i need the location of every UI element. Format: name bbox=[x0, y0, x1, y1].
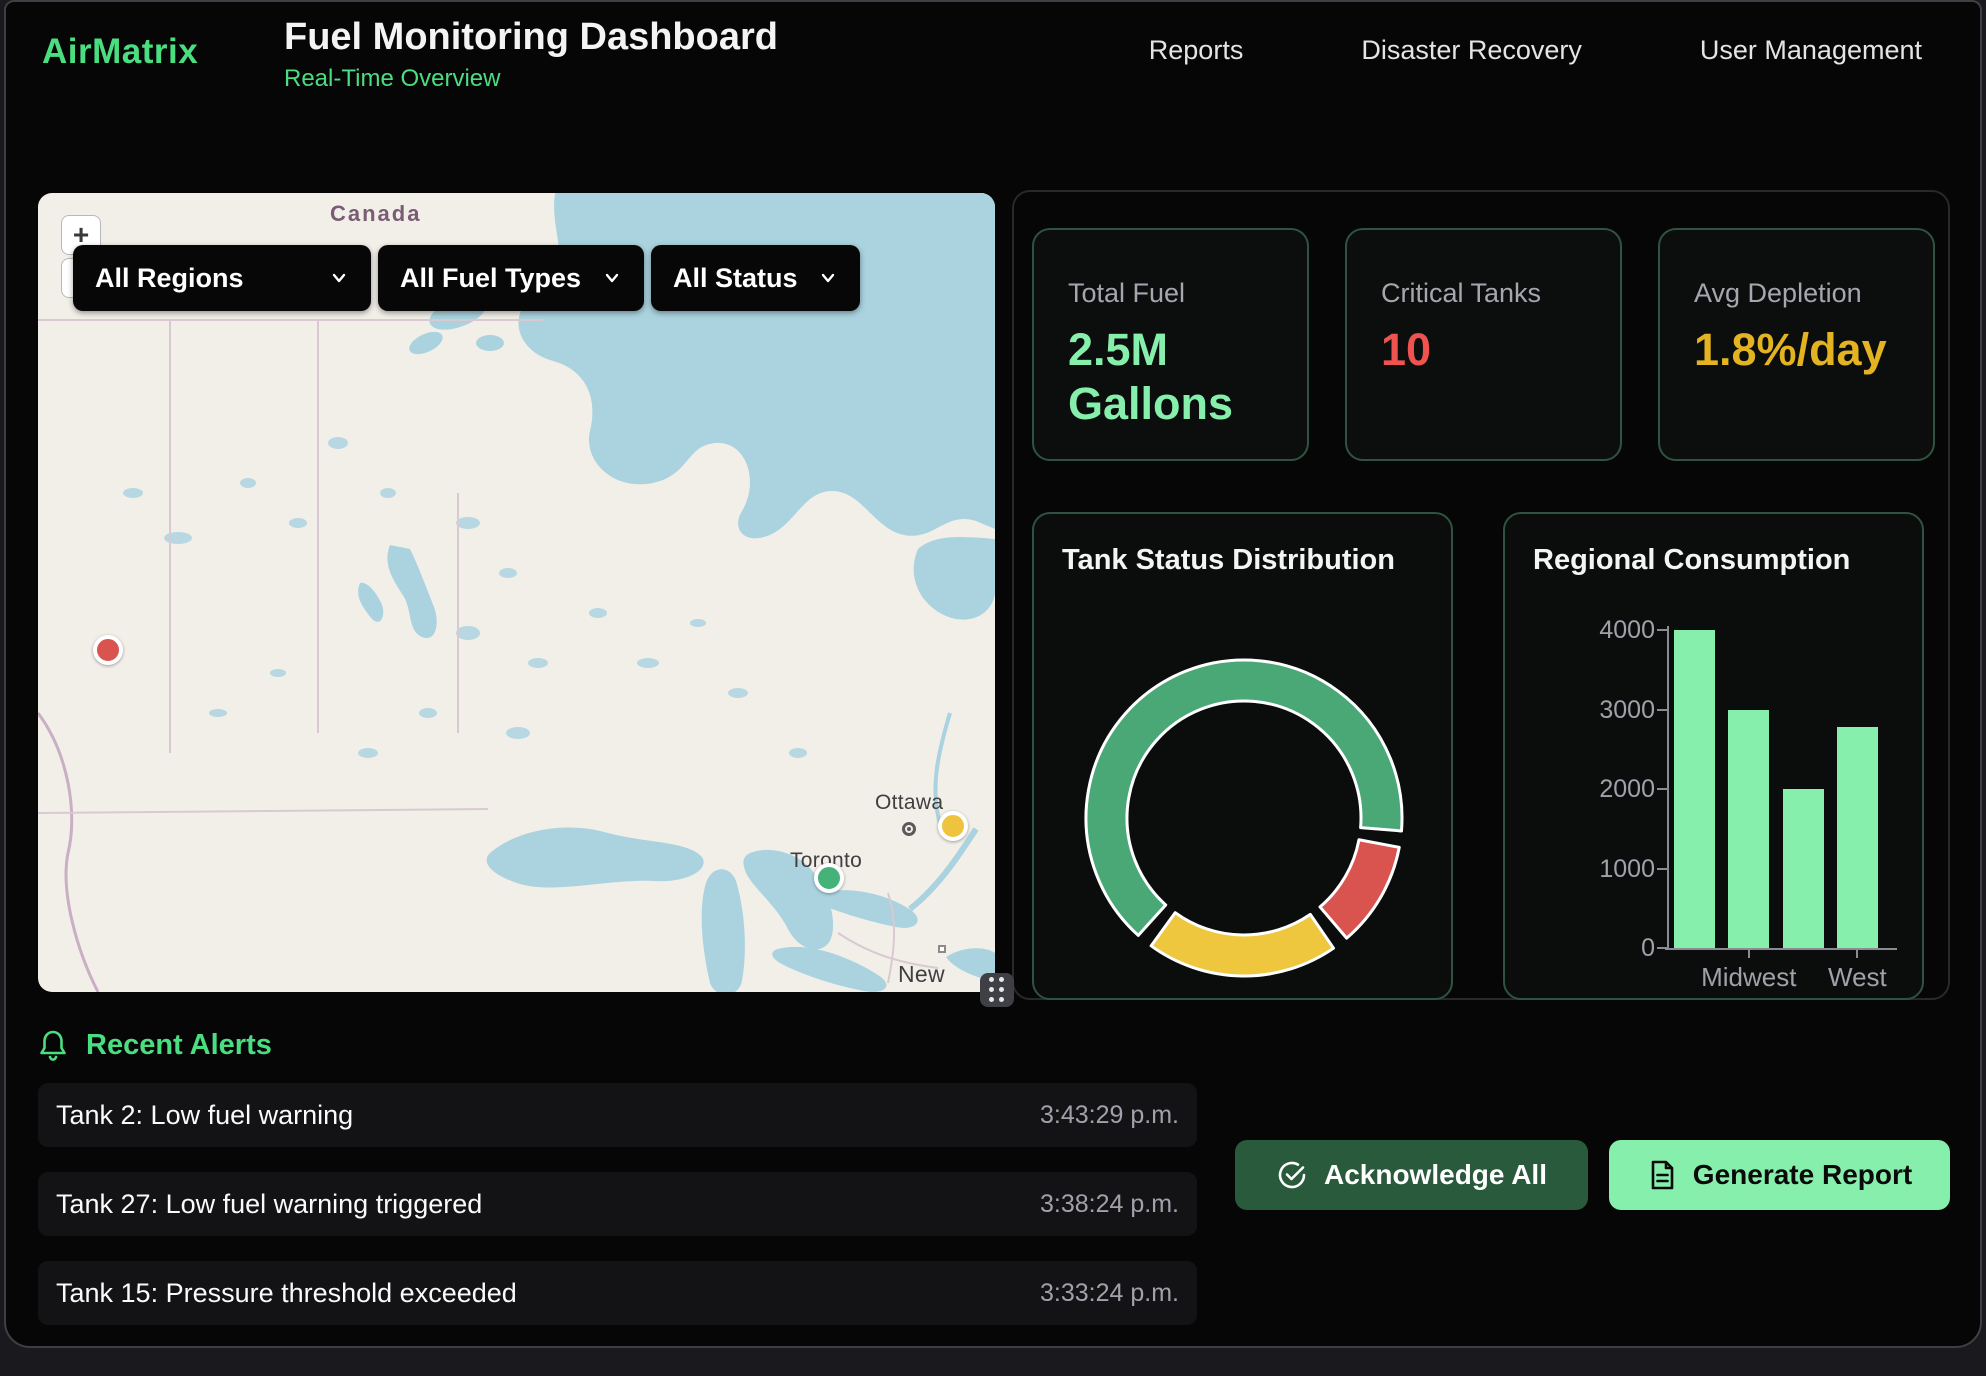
title-block: Fuel Monitoring Dashboard Real-Time Over… bbox=[284, 16, 778, 93]
alert-timestamp: 3:43:29 p.m. bbox=[1040, 1101, 1179, 1130]
map-resize-grip[interactable] bbox=[980, 973, 1014, 1007]
metrics-panel: Total Fuel 2.5M Gallons Critical Tanks 1… bbox=[1012, 190, 1950, 1000]
y-tick-label: 4000 bbox=[1555, 616, 1655, 645]
y-tick-mark bbox=[1657, 947, 1667, 949]
y-tick-mark bbox=[1657, 868, 1667, 870]
regions-dropdown[interactable]: All Regions bbox=[73, 245, 371, 311]
x-tick-label: West bbox=[1787, 962, 1927, 993]
stat-label: Critical Tanks bbox=[1381, 278, 1586, 309]
donut-chart-title: Tank Status Distribution bbox=[1062, 544, 1395, 577]
stat-card-critical-tanks: Critical Tanks 10 bbox=[1345, 228, 1622, 461]
alert-row[interactable]: Tank 15: Pressure threshold exceeded 3:3… bbox=[38, 1261, 1197, 1325]
stat-label: Avg Depletion bbox=[1694, 278, 1899, 309]
fuel-map[interactable]: Canada Ottawa Toronto New York + − All R… bbox=[38, 193, 995, 992]
acknowledge-all-label: Acknowledge All bbox=[1324, 1159, 1547, 1191]
map-marker-normal[interactable] bbox=[814, 863, 844, 893]
x-tick-mark bbox=[1856, 950, 1858, 958]
bar-region-3[interactable] bbox=[1783, 789, 1824, 948]
generate-report-button[interactable]: Generate Report bbox=[1609, 1140, 1950, 1210]
stat-card-avg-depletion: Avg Depletion 1.8%/day bbox=[1658, 228, 1935, 461]
y-tick-mark bbox=[1657, 629, 1667, 631]
stat-value: 2.5M Gallons bbox=[1068, 323, 1273, 431]
regional-consumption-bar-chart[interactable]: 01000200030004000MidwestWest bbox=[1505, 514, 1922, 998]
x-axis bbox=[1665, 948, 1897, 950]
generate-report-label: Generate Report bbox=[1693, 1159, 1912, 1191]
alert-text: Tank 15: Pressure threshold exceeded bbox=[56, 1278, 517, 1309]
donut-segment-yellow[interactable] bbox=[1151, 913, 1333, 976]
page-subtitle: Real-Time Overview bbox=[284, 65, 778, 93]
alerts-title: Recent Alerts bbox=[86, 1029, 272, 1062]
town-marker-small bbox=[938, 945, 946, 953]
fuel-types-dropdown-value: All Fuel Types bbox=[400, 263, 581, 294]
brand-logo: AirMatrix bbox=[42, 32, 198, 72]
status-dropdown[interactable]: All Status bbox=[651, 245, 860, 311]
map-label-ottawa: Ottawa bbox=[875, 791, 943, 815]
check-circle-icon bbox=[1276, 1159, 1308, 1191]
nav-disaster-recovery[interactable]: Disaster Recovery bbox=[1361, 35, 1582, 66]
report-document-icon bbox=[1647, 1159, 1677, 1191]
donut-segment-red[interactable] bbox=[1320, 840, 1399, 938]
chevron-down-icon bbox=[602, 268, 622, 288]
top-header: AirMatrix Fuel Monitoring Dashboard Real… bbox=[6, 2, 1980, 99]
page-title: Fuel Monitoring Dashboard bbox=[284, 16, 778, 59]
y-tick-label: 1000 bbox=[1555, 855, 1655, 884]
nav-reports[interactable]: Reports bbox=[1149, 35, 1244, 66]
map-filter-bar: All Regions All Fuel Types All Status bbox=[73, 245, 860, 311]
status-dropdown-value: All Status bbox=[673, 263, 798, 294]
map-label-canada: Canada bbox=[330, 201, 421, 227]
bar-West[interactable] bbox=[1837, 727, 1878, 948]
map-marker-critical[interactable] bbox=[93, 635, 123, 665]
stat-value: 10 bbox=[1381, 323, 1586, 377]
alert-row[interactable]: Tank 27: Low fuel warning triggered 3:38… bbox=[38, 1172, 1197, 1236]
chevron-down-icon bbox=[818, 268, 838, 288]
regions-dropdown-value: All Regions bbox=[95, 263, 244, 294]
bar-Midwest[interactable] bbox=[1728, 710, 1769, 949]
alert-text: Tank 2: Low fuel warning bbox=[56, 1100, 353, 1131]
tank-status-panel: Tank Status Distribution bbox=[1032, 512, 1453, 1000]
stat-label: Total Fuel bbox=[1068, 278, 1273, 309]
bar-region-1[interactable] bbox=[1674, 630, 1715, 948]
y-tick-label: 2000 bbox=[1555, 775, 1655, 804]
alert-text: Tank 27: Low fuel warning triggered bbox=[56, 1189, 482, 1220]
stat-card-total-fuel: Total Fuel 2.5M Gallons bbox=[1032, 228, 1309, 461]
y-tick-label: 3000 bbox=[1555, 696, 1655, 725]
y-tick-mark bbox=[1657, 788, 1667, 790]
tank-status-donut-chart[interactable] bbox=[1034, 636, 1455, 1002]
y-axis bbox=[1667, 626, 1669, 950]
alert-timestamp: 3:38:24 p.m. bbox=[1040, 1190, 1179, 1219]
acknowledge-all-button[interactable]: Acknowledge All bbox=[1235, 1140, 1588, 1210]
chevron-down-icon bbox=[329, 268, 349, 288]
main-nav: Reports Disaster Recovery User Managemen… bbox=[1149, 2, 1922, 99]
y-tick-mark bbox=[1657, 709, 1667, 711]
alert-timestamp: 3:33:24 p.m. bbox=[1040, 1279, 1179, 1308]
y-tick-label: 0 bbox=[1555, 934, 1655, 963]
alert-row[interactable]: Tank 2: Low fuel warning 3:43:29 p.m. bbox=[38, 1083, 1197, 1147]
regional-consumption-panel: Regional Consumption 01000200030004000Mi… bbox=[1503, 512, 1924, 1000]
fuel-types-dropdown[interactable]: All Fuel Types bbox=[378, 245, 644, 311]
bell-icon bbox=[38, 1028, 68, 1062]
map-marker-warning[interactable] bbox=[938, 811, 968, 841]
ottawa-town-marker bbox=[902, 822, 916, 836]
stat-value: 1.8%/day bbox=[1694, 323, 1899, 377]
alerts-header: Recent Alerts bbox=[38, 1028, 272, 1062]
nav-user-management[interactable]: User Management bbox=[1700, 35, 1922, 66]
x-tick-mark bbox=[1748, 950, 1750, 958]
